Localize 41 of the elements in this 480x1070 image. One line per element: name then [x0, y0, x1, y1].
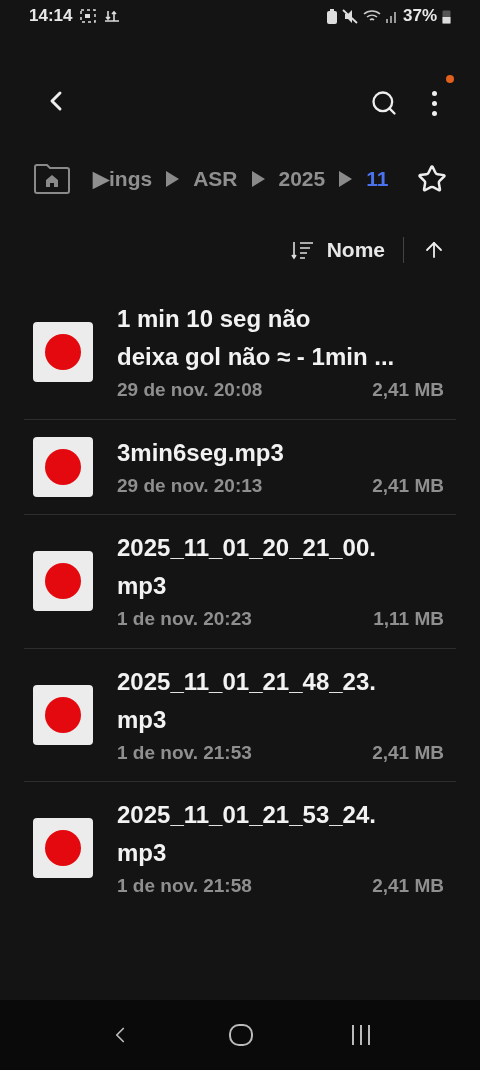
home-nav-button[interactable]	[228, 1023, 254, 1047]
file-date: 1 de nov. 21:58	[117, 874, 252, 898]
file-date: 29 de nov. 20:08	[117, 378, 263, 402]
signal-icon	[385, 9, 398, 23]
file-size: 2,41 MB	[372, 740, 444, 765]
breadcrumb-separator-icon	[166, 171, 180, 187]
file-size: 2,41 MB	[372, 378, 444, 402]
wifi-icon	[362, 9, 381, 23]
file-date: 29 de nov. 20:13	[117, 473, 263, 498]
file-name[interactable]: 2025_11_01_20_21_00. mp3	[117, 529, 456, 605]
file-date: 1 de nov. 21:53	[117, 740, 252, 765]
file-name[interactable]: 3min6seg.mp3	[117, 433, 456, 472]
recording-file-icon	[33, 436, 93, 497]
mute-icon	[341, 8, 358, 24]
breadcrumb-item[interactable]: ASR	[193, 163, 238, 195]
recording-file-icon	[33, 551, 93, 612]
file-date: 1 de nov. 20:23	[117, 607, 252, 631]
file-size: 1,11 MB	[373, 607, 444, 631]
breadcrumb-item[interactable]: 2025	[278, 163, 326, 195]
battery-percent: 37%	[402, 5, 437, 28]
recording-file-icon	[33, 684, 93, 745]
file-size: 2,41 MB	[372, 473, 444, 498]
file-name[interactable]: 1 min 10 seg não deixa gol não ≈ - 1min ...	[117, 300, 456, 376]
file-name[interactable]: 2025_11_01_21_48_23. mp3	[117, 662, 456, 739]
screen-record-icon	[80, 9, 97, 23]
recording-file-icon	[33, 322, 93, 383]
battery-saver-icon	[326, 8, 337, 24]
breadcrumb-separator-icon	[251, 171, 265, 187]
recording-file-icon	[33, 818, 93, 879]
sort-icon	[290, 240, 315, 260]
breadcrumb-item[interactable]: 11	[366, 163, 389, 195]
sort-button[interactable]: Nome	[290, 234, 385, 266]
file-size: 2,41 MB	[372, 874, 444, 898]
breadcrumb-item[interactable]: ▶ings	[93, 163, 153, 195]
breadcrumb-separator-icon	[339, 171, 353, 187]
file-name[interactable]: 2025_11_01_21_53_24. mp3	[117, 796, 456, 872]
data-transfer-icon	[104, 9, 121, 23]
home-folder-button[interactable]	[33, 163, 71, 195]
favorite-button[interactable]	[417, 164, 447, 194]
battery-icon	[442, 8, 451, 24]
status-time: 14:14	[29, 5, 73, 28]
